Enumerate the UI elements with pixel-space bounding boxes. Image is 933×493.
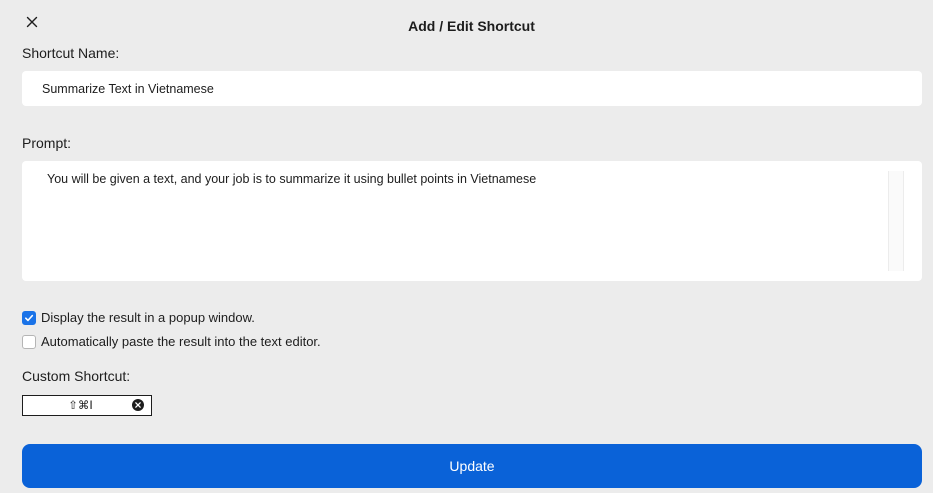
checkmark-icon xyxy=(25,314,34,321)
shortcut-keys: ⇧⌘I xyxy=(68,398,93,412)
popup-window-label: Display the result in a popup window. xyxy=(41,310,255,325)
auto-paste-checkbox[interactable] xyxy=(22,334,36,349)
clear-circle-icon xyxy=(132,399,144,411)
prompt-label: Prompt: xyxy=(22,135,72,151)
shortcut-recorder[interactable]: ⇧⌘I xyxy=(22,395,152,416)
prompt-field: You will be given a text, and your job i… xyxy=(22,161,922,281)
auto-paste-label: Automatically paste the result into the … xyxy=(41,334,321,349)
auto-paste-option[interactable]: Automatically paste the result into the … xyxy=(22,334,321,349)
dialog-title: Add / Edit Shortcut xyxy=(408,18,535,34)
clear-shortcut-button[interactable] xyxy=(132,399,144,411)
prompt-textarea[interactable]: You will be given a text, and your job i… xyxy=(22,161,888,281)
shortcut-name-input[interactable] xyxy=(22,71,922,106)
update-button[interactable]: Update xyxy=(22,444,922,488)
shortcut-name-label: Shortcut Name: xyxy=(22,45,120,61)
custom-shortcut-label: Custom Shortcut: xyxy=(22,368,131,384)
popup-window-checkbox[interactable] xyxy=(22,310,36,325)
prompt-scrollbar[interactable] xyxy=(888,171,904,271)
popup-window-option[interactable]: Display the result in a popup window. xyxy=(22,310,255,325)
